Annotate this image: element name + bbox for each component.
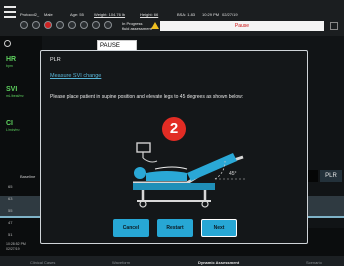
param-ci-label: CI <box>6 120 13 127</box>
patient-weight[interactable]: Weight: 104.76 lb <box>94 12 125 17</box>
patient-name: Protocol2_ <box>20 12 40 17</box>
patient-sex: Male <box>44 12 53 17</box>
help-icon[interactable] <box>104 21 112 29</box>
printer-icon[interactable] <box>80 21 88 29</box>
param-hr[interactable]: HR bpm <box>6 56 16 68</box>
pause-banner[interactable]: Pause <box>160 21 324 31</box>
dialog-instruction: Please place patient in supine position … <box>50 94 244 100</box>
plr-illustration: 45° <box>133 142 245 208</box>
patient-torso <box>146 171 187 181</box>
clock-date: 02/27/19 <box>222 12 238 17</box>
alarm-icon[interactable] <box>44 21 52 29</box>
param-hr-label: HR <box>6 56 17 63</box>
measure-svi-link[interactable]: Measure SVI change <box>50 73 101 79</box>
patient-bsa: BSA: 1.83 <box>177 12 196 17</box>
angle-label: 45° <box>229 171 237 177</box>
param-hr-unit: bpm <box>6 64 13 68</box>
menu-icon[interactable] <box>4 6 16 18</box>
clock-time: 10:29 PM <box>202 12 220 17</box>
monitor-screen: Protocol2_ Male Age: 55 Weight: 104.76 l… <box>0 0 344 266</box>
tab-waveform[interactable]: Waveform <box>112 260 130 265</box>
patient-info-bar: Protocol2_ Male Age: 55 Weight: 104.76 l… <box>0 0 344 36</box>
param-svi-label: SVI <box>6 86 18 93</box>
patient-height[interactable]: Height: 66 <box>140 12 158 17</box>
stop-icon[interactable] <box>32 21 40 29</box>
param-svi[interactable]: SVI mL/beat/m² <box>6 86 24 98</box>
tab-clinical-cases[interactable]: Clinical Cases <box>30 260 55 265</box>
monitor-icon <box>136 142 151 153</box>
restart-button[interactable]: Restart <box>157 219 193 237</box>
bottom-tab-bar: Clinical Cases Waveform Dynamic Assessme… <box>0 256 344 266</box>
plr-tab[interactable]: PLR <box>320 170 342 182</box>
patient-head <box>134 167 146 179</box>
progress-status-line2: fluid assessment <box>122 26 152 31</box>
warning-icon <box>151 22 159 29</box>
step-number-badge: 2 <box>162 117 186 141</box>
param-ci[interactable]: CI L/min/m² <box>6 120 20 132</box>
record-icon[interactable] <box>20 21 28 29</box>
y-tick: 47 <box>8 220 13 225</box>
battery-icon <box>330 22 338 30</box>
next-button[interactable]: Next <box>201 219 237 237</box>
patient-age: Age: 55 <box>70 12 84 17</box>
settings-icon[interactable] <box>4 40 11 47</box>
progress-status: In Progress fluid assessment <box>122 21 152 31</box>
y-tick: 51 <box>8 232 13 237</box>
dialog-title: PLR <box>50 57 61 63</box>
tab-dynamic-assessment[interactable]: Dynamic Assessment <box>198 260 239 265</box>
lock-icon[interactable] <box>68 21 76 29</box>
param-svi-unit: mL/beat/m² <box>6 94 24 98</box>
y-tick: 55 <box>8 208 13 213</box>
cancel-button[interactable]: Cancel <box>113 219 149 237</box>
y-tick: 65 <box>8 184 13 189</box>
camera-icon[interactable] <box>56 21 64 29</box>
plr-dialog: PLR Measure SVI change Please place pati… <box>40 50 308 244</box>
y-tick: 63 <box>8 196 13 201</box>
bed-base <box>133 183 215 190</box>
time-axis-label: 10:28:52 PM 02/27/19 <box>6 242 26 252</box>
time-axis-date: 02/27/19 <box>6 247 20 251</box>
baseline-label: Baseline <box>20 174 36 179</box>
snapshot-icon[interactable] <box>92 21 100 29</box>
param-ci-unit: L/min/m² <box>6 128 20 132</box>
tab-scenario[interactable]: Scenario <box>306 260 322 265</box>
